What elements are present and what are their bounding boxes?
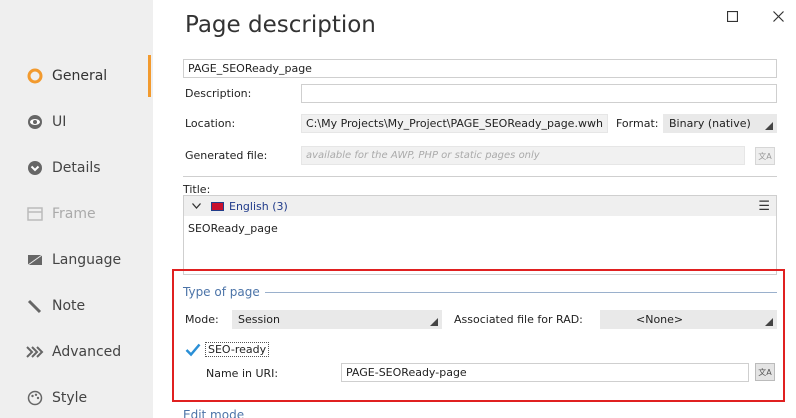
- uri-label: Name in URI:: [206, 367, 279, 380]
- circle-ring-icon: [26, 67, 44, 85]
- page-title: Page description: [185, 12, 376, 38]
- sidebar-item-label: Details: [52, 160, 101, 176]
- mode-select-value: Session: [238, 313, 280, 326]
- double-chevron-icon: [26, 343, 44, 361]
- rad-select-value: <None>: [636, 313, 684, 326]
- location-label: Location:: [185, 117, 236, 130]
- sidebar-item-general[interactable]: General: [26, 64, 107, 88]
- maximize-button[interactable]: [722, 6, 742, 26]
- location-field: C:\My Projects\My_Project\PAGE_SEOReady_…: [301, 114, 608, 133]
- chevron-circle-icon: [26, 159, 44, 177]
- rad-label: Associated file for RAD:: [454, 313, 583, 326]
- eye-icon: [26, 113, 44, 131]
- sidebar-item-advanced[interactable]: Advanced: [26, 340, 121, 364]
- title-editor[interactable]: English (3) ☰ SEOReady_page: [183, 195, 777, 275]
- page-name-field[interactable]: PAGE_SEOReady_page: [183, 59, 777, 78]
- divider: [183, 176, 777, 177]
- uri-field[interactable]: PAGE-SEOReady-page: [341, 363, 749, 382]
- dropdown-arrow-icon: [765, 122, 773, 130]
- sidebar-item-frame: Frame: [26, 202, 96, 226]
- sidebar-item-label: Note: [52, 298, 86, 314]
- description-label: Description:: [185, 87, 252, 100]
- sidebar-item-label: Style: [52, 390, 88, 406]
- seo-ready-label[interactable]: SEO-ready: [205, 342, 270, 357]
- dropdown-arrow-icon: [430, 318, 438, 326]
- title-value[interactable]: SEOReady_page: [184, 216, 776, 241]
- chevron-down-icon[interactable]: [192, 201, 201, 212]
- palette-icon: [26, 389, 44, 407]
- sidebar-item-style[interactable]: Style: [26, 386, 87, 410]
- translate-button: 文A: [755, 147, 775, 165]
- close-icon: [772, 10, 784, 22]
- language-header[interactable]: English (3) ☰: [184, 196, 776, 216]
- generated-file-field: available for the AWP, PHP or static pag…: [301, 146, 745, 165]
- active-indicator: [148, 55, 151, 97]
- sidebar-item-label: UI: [52, 114, 67, 130]
- format-label: Format:: [616, 117, 659, 130]
- close-button[interactable]: [768, 6, 788, 26]
- sidebar-item-note[interactable]: Note: [26, 294, 85, 318]
- group-divider: [265, 292, 777, 293]
- checkmark-icon: [185, 343, 201, 357]
- dropdown-arrow-icon: [765, 318, 773, 326]
- rad-select[interactable]: <None>: [600, 310, 777, 329]
- mode-label: Mode:: [185, 313, 219, 326]
- hamburger-menu-icon[interactable]: ☰: [758, 199, 770, 214]
- format-select[interactable]: Binary (native): [663, 114, 777, 133]
- sidebar-item-label: Language: [52, 252, 122, 268]
- sidebar-item-ui[interactable]: UI: [26, 110, 66, 134]
- sidebar: General UI Details Frame Language Note A…: [0, 0, 153, 418]
- mode-select[interactable]: Session: [232, 310, 442, 329]
- translate-button[interactable]: 文A: [755, 363, 775, 381]
- uk-flag-icon: [211, 201, 224, 211]
- sidebar-item-label: Advanced: [52, 344, 122, 360]
- sidebar-item-label: Frame: [52, 206, 96, 222]
- translate-icon: 文A: [758, 367, 772, 377]
- seo-ready-checkbox[interactable]: [185, 342, 201, 358]
- description-field[interactable]: [301, 84, 777, 103]
- generated-file-label: Generated file:: [185, 149, 268, 162]
- format-select-value: Binary (native): [669, 117, 751, 130]
- language-label: English (3): [229, 199, 288, 213]
- edit-mode-title: Edit mode: [183, 408, 245, 418]
- sidebar-item-language[interactable]: Language: [26, 248, 121, 272]
- translate-icon: 文A: [758, 151, 772, 161]
- frame-icon: [26, 205, 44, 223]
- type-of-page-title: Type of page: [183, 285, 260, 299]
- highlight-box: [172, 269, 785, 402]
- maximize-icon: [726, 10, 738, 22]
- flag-icon: [26, 251, 44, 269]
- sidebar-item-details[interactable]: Details: [26, 156, 101, 180]
- pencil-icon: [26, 297, 44, 315]
- sidebar-item-label: General: [52, 68, 108, 84]
